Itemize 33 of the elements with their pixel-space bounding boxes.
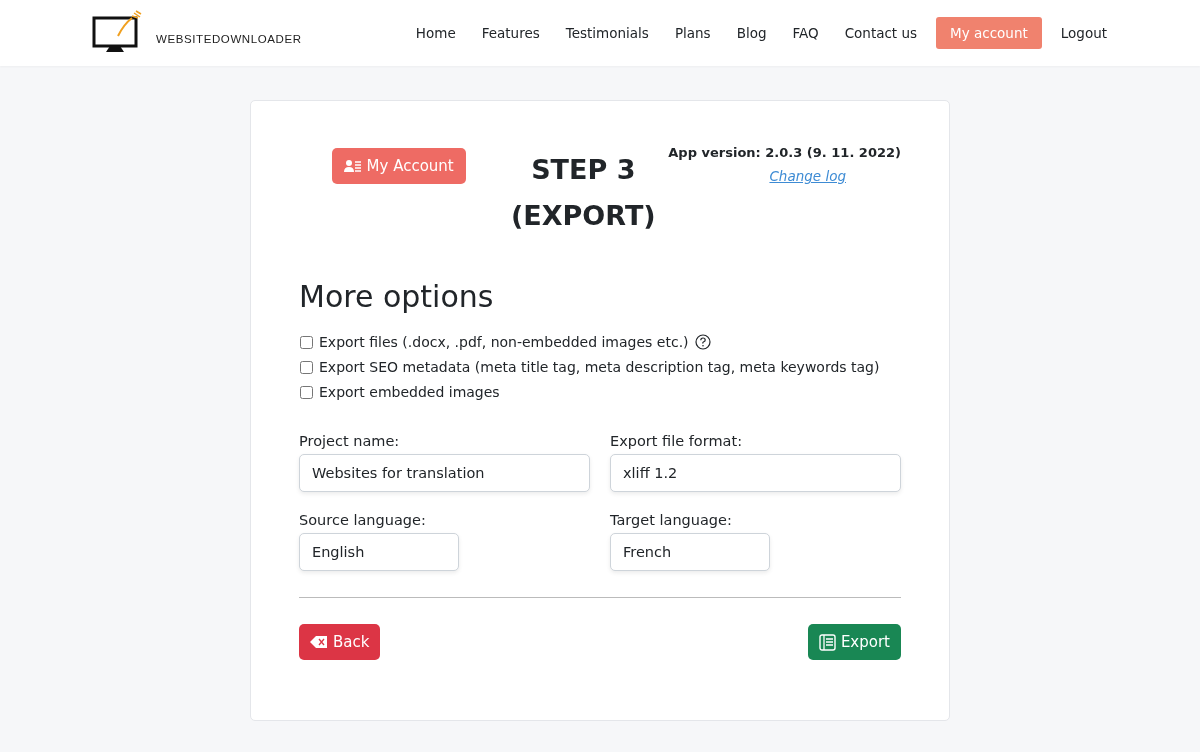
- checkbox[interactable]: [300, 335, 313, 349]
- nav-link[interactable]: Home: [402, 17, 469, 49]
- back-button[interactable]: Back: [299, 624, 381, 660]
- nav-link[interactable]: Plans: [661, 17, 724, 49]
- option-label: Export SEO metadata (meta title tag, meta description tag, meta keywords tag): [319, 359, 880, 375]
- input-field[interactable]: English: [299, 533, 459, 571]
- nav-link[interactable]: Features: [468, 17, 553, 49]
- field-label: Project name:: [299, 433, 401, 449]
- nav-link[interactable]: Testimonials: [552, 17, 662, 49]
- app-version: App version: 2.0.3 (9. 11. 2022): [668, 145, 901, 160]
- user-list-icon: [343, 159, 362, 173]
- nav-link[interactable]: FAQ: [779, 17, 832, 49]
- field-label: Target language:: [610, 512, 733, 528]
- input-field[interactable]: xliff 1.2: [610, 454, 901, 492]
- option-label: Export embedded images: [319, 384, 500, 400]
- export-button[interactable]: Export: [807, 624, 901, 660]
- field-label: Export file format:: [610, 433, 744, 449]
- nav-link[interactable]: Blog: [723, 17, 780, 49]
- nav-link[interactable]: Contact us: [831, 17, 931, 49]
- change-log-link[interactable]: Change log: [769, 168, 846, 184]
- input-field[interactable]: Websites for translation: [299, 454, 590, 492]
- backspace-icon: [310, 635, 328, 649]
- input-field[interactable]: French: [610, 533, 770, 571]
- field-label: Source language:: [299, 512, 427, 528]
- section-heading: More options: [299, 279, 495, 314]
- logo-text: WEBSITEDOWNLOADER: [156, 33, 302, 47]
- step-title: STEP 3 (EXPORT): [509, 153, 657, 233]
- help-icon[interactable]: [694, 334, 711, 350]
- nav-link[interactable]: Logout: [1047, 17, 1120, 49]
- list-document-icon: [818, 633, 836, 651]
- option-label: Export files (.docx, .pdf, non-embedded images etc.): [319, 334, 689, 350]
- checkbox[interactable]: [300, 360, 313, 374]
- checkbox[interactable]: [300, 385, 313, 399]
